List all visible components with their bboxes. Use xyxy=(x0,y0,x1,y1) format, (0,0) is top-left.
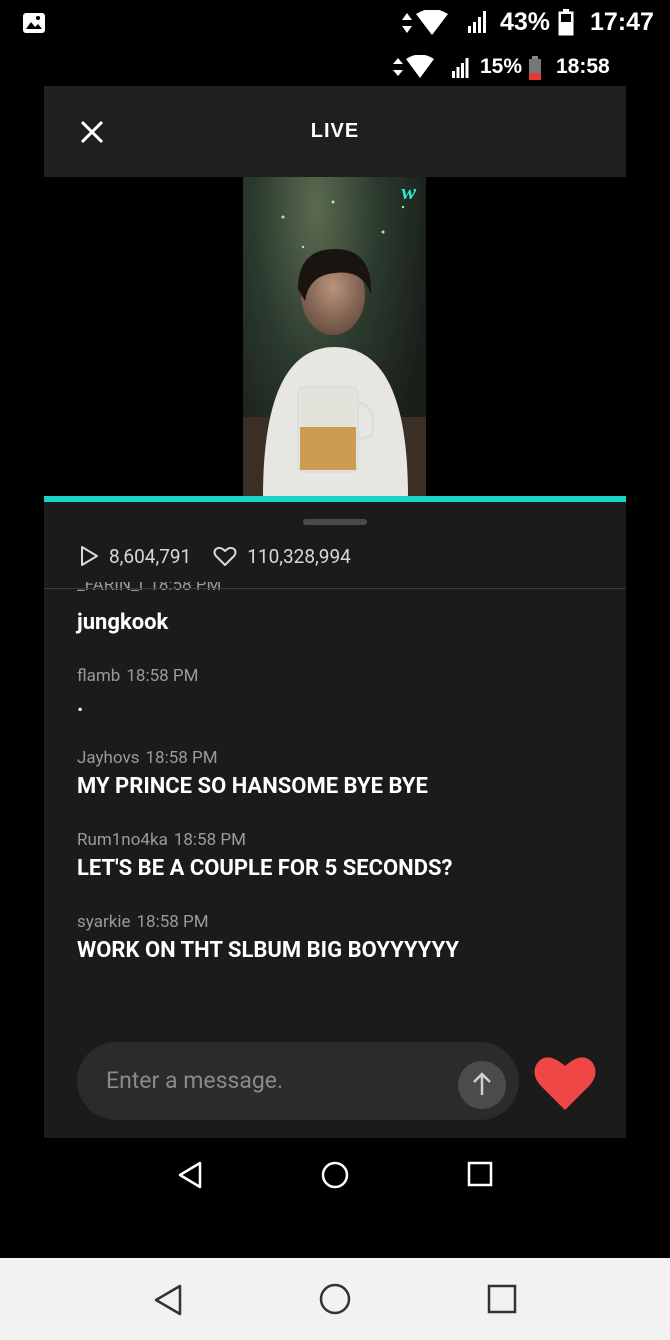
inner-navigation-bar xyxy=(0,1140,670,1216)
battery-percent: 15% xyxy=(480,55,523,78)
chat-list[interactable]: _FARIN_I 18:58 PM jungkook flamb 18:58 PM … xyxy=(44,582,626,1012)
chat-username: Jayhovs 18:58 PM xyxy=(77,748,218,768)
signal-icon xyxy=(468,11,486,33)
live-video[interactable]: w xyxy=(243,177,426,497)
chat-message: Rum1no4ka 18:58 PM LET'S BE A COUPLE FOR … xyxy=(77,830,617,881)
drag-handle[interactable] xyxy=(303,519,367,525)
message-placeholder: Enter a message. xyxy=(106,1067,284,1094)
chat-username: flamb 18:58 PM xyxy=(77,666,199,686)
battery-percent: 43% xyxy=(500,8,551,36)
send-button[interactable] xyxy=(458,1061,506,1109)
chat-message: syarkie 18:58 PM WORK ON THT SLBUM BIG BO… xyxy=(77,912,617,963)
stats-row: 8,604,791 110,328,994 xyxy=(78,540,351,572)
battery-icon xyxy=(558,9,574,36)
recents-icon[interactable] xyxy=(487,1284,517,1314)
arrow-up-icon xyxy=(473,1072,491,1095)
navigation-bar xyxy=(0,1258,670,1340)
chat-text: MY PRINCE SO HANSOME BYE BYE xyxy=(77,774,428,799)
progress-bar xyxy=(44,496,626,502)
signal-icon xyxy=(452,58,469,78)
video-frame xyxy=(243,200,426,497)
data-arrows-icon xyxy=(402,13,412,33)
clock: 18:58 xyxy=(556,55,610,78)
status-bar: 43% 17:47 xyxy=(0,0,670,46)
chat-text: WORK ON THT SLBUM BIG BOYYYYYY xyxy=(77,938,460,963)
chat-message: Jayhovs 18:58 PM MY PRINCE SO HANSOME BYE… xyxy=(77,748,617,799)
home-icon[interactable] xyxy=(320,1160,350,1190)
like-count: 110,328,994 xyxy=(247,544,351,568)
inner-status-bar: 15% 18:58 xyxy=(0,48,670,88)
brand-logo: w xyxy=(401,179,416,204)
header: LIVE xyxy=(44,86,626,177)
recents-icon[interactable] xyxy=(467,1161,493,1187)
data-arrows-icon xyxy=(393,58,403,76)
divider xyxy=(44,588,626,589)
chat-text: LET'S BE A COUPLE FOR 5 SECONDS? xyxy=(77,856,453,881)
chat-text: jungkook xyxy=(77,610,169,635)
play-count: 8,604,791 xyxy=(109,544,192,568)
page-title: LIVE xyxy=(310,120,360,142)
heart-outline-icon xyxy=(213,546,237,566)
wifi-icon xyxy=(406,55,434,78)
back-icon[interactable] xyxy=(152,1283,184,1317)
chat-text: . xyxy=(77,692,84,717)
chat-username: Rum1no4ka 18:58 PM xyxy=(77,830,246,850)
back-icon[interactable] xyxy=(176,1160,204,1190)
chat-username: _FARIN_I 18:58 PM xyxy=(77,582,222,595)
chat-message: flamb 18:58 PM . xyxy=(77,666,617,717)
play-icon xyxy=(81,546,98,566)
battery-low-icon xyxy=(529,56,541,80)
clock: 17:47 xyxy=(590,8,654,36)
chat-username: syarkie 18:58 PM xyxy=(77,912,209,932)
gallery-icon xyxy=(23,13,45,33)
home-icon[interactable] xyxy=(318,1282,352,1316)
chat-message: _FARIN_I 18:58 PM jungkook xyxy=(77,582,597,635)
wifi-icon xyxy=(416,10,448,35)
heart-button[interactable] xyxy=(532,1050,598,1114)
